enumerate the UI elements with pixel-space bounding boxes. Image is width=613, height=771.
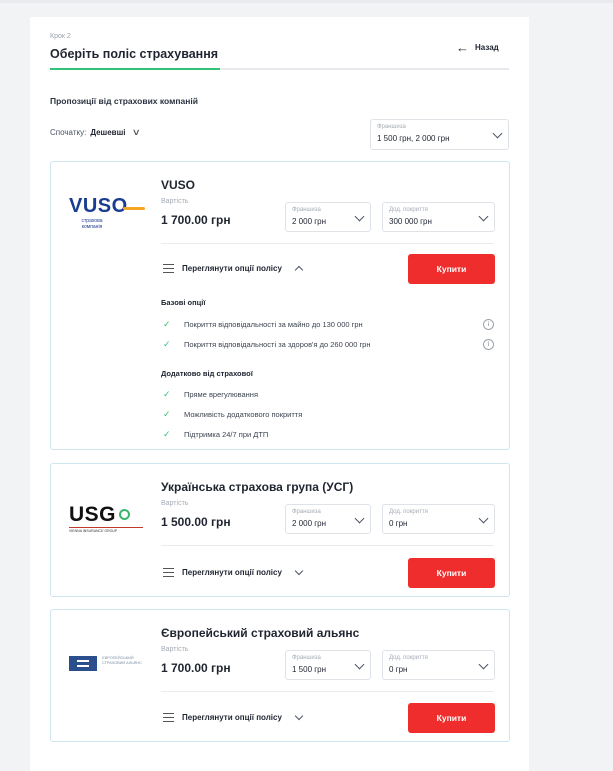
chevron-down-icon xyxy=(354,659,365,670)
check-icon: ✓ xyxy=(163,429,171,439)
coverage-caption: Дод. покриття xyxy=(389,207,428,213)
policy-options-toggle[interactable]: Переглянути опції полісу xyxy=(163,264,304,275)
offers-title: Пропозиції від страхових компаній xyxy=(50,96,198,106)
sort-dropdown[interactable]: Спочатку: Дешевші ∨ xyxy=(50,127,142,138)
policy-options-toggle[interactable]: Переглянути опції полісу xyxy=(163,566,304,577)
logo-swoosh xyxy=(123,207,145,210)
chevron-down-icon: ∨ xyxy=(132,127,142,137)
info-icon[interactable]: i xyxy=(483,319,494,330)
progress-bar xyxy=(50,68,509,70)
coverage-select[interactable]: Дод. покриття 0 грн xyxy=(382,504,495,534)
toggle-label: Переглянути опції полісу xyxy=(182,568,282,577)
company-name: Європейський страховий альянс xyxy=(161,626,360,640)
sort-value: Дешевші xyxy=(90,128,126,137)
policy-options-toggle[interactable]: Переглянути опції полісу xyxy=(163,711,304,722)
toggle-label: Переглянути опції полісу xyxy=(182,713,282,722)
company-name: Українська страхова група (УСГ) xyxy=(161,480,354,494)
option-item: ✓ Покриття відповідальності за майно до … xyxy=(163,319,363,329)
logo-underline xyxy=(69,527,143,528)
coverage-caption: Дод. покриття xyxy=(389,509,428,515)
franchise-caption: Франшиза xyxy=(292,655,321,661)
top-border xyxy=(0,0,613,3)
chevron-down-icon xyxy=(478,513,489,524)
coverage-value: 0 грн xyxy=(389,519,408,528)
page-title: Оберіть поліс страхування xyxy=(50,47,219,61)
price-value: 1 500.00 грн xyxy=(161,515,231,529)
franchise-select[interactable]: Франшиза 1 500 грн xyxy=(285,650,371,680)
option-item: ✓ Можливість додаткового покриття xyxy=(163,409,303,419)
franchise-select[interactable]: Франшиза 2 000 грн xyxy=(285,202,371,232)
chevron-down-icon xyxy=(354,513,365,524)
back-button[interactable]: ← Назад xyxy=(456,39,499,55)
alliance-logo: ЄВРОПЕЙСЬКИЙ СТРАХОВИЙ АЛЬЯНС xyxy=(69,654,149,674)
price-value: 1 700.00 грн xyxy=(161,661,231,675)
offer-card-usg: USG VIENNA INSURANCE GROUP Українська ст… xyxy=(50,463,510,597)
base-options-title: Базові опції xyxy=(161,298,206,307)
divider xyxy=(161,691,494,692)
check-icon: ✓ xyxy=(163,339,171,349)
sort-label: Спочатку: xyxy=(50,128,87,137)
franchise-value: 2 000 грн xyxy=(292,519,327,528)
check-icon: ✓ xyxy=(163,319,171,329)
info-icon[interactable]: i xyxy=(483,339,494,350)
list-icon xyxy=(163,568,174,577)
chevron-down-icon xyxy=(354,211,365,222)
option-item: ✓ Покриття відповідальності за здоров'я … xyxy=(163,339,371,349)
buy-button[interactable]: Купити xyxy=(408,703,495,733)
list-icon xyxy=(163,264,174,273)
extra-options-title: Додатково від страхової xyxy=(161,369,253,378)
coverage-value: 300 000 грн xyxy=(389,217,432,226)
coverage-select[interactable]: Дод. покриття 300 000 грн xyxy=(382,202,495,232)
list-icon xyxy=(163,713,174,722)
franchise-filter-value: 1 500 грн, 2 000 грн xyxy=(377,134,450,143)
franchise-caption: Франшиза xyxy=(292,207,321,213)
usg-logo: USG VIENNA INSURANCE GROUP xyxy=(69,504,149,540)
offer-card-alliance: ЄВРОПЕЙСЬКИЙ СТРАХОВИЙ АЛЬЯНС Європейськ… xyxy=(50,609,510,742)
progress-fill xyxy=(50,68,220,70)
vuso-logo: VUSO страхова компанія xyxy=(69,196,149,236)
step-indicator: Крок 2 xyxy=(50,33,71,40)
franchise-filter-select[interactable]: Франшиза 1 500 грн, 2 000 грн xyxy=(370,119,509,150)
chevron-down-icon xyxy=(492,128,503,139)
chevron-up-icon xyxy=(294,265,304,275)
divider xyxy=(161,243,494,244)
chevron-down-icon xyxy=(478,659,489,670)
check-icon: ✓ xyxy=(163,409,171,419)
price-caption: Вартість xyxy=(161,646,189,653)
policy-selection-panel: Крок 2 Оберіть поліс страхування ← Назад… xyxy=(30,17,529,771)
franchise-caption: Франшиза xyxy=(292,509,321,515)
toggle-label: Переглянути опції полісу xyxy=(182,264,282,273)
price-caption: Вартість xyxy=(161,500,189,507)
buy-button[interactable]: Купити xyxy=(408,254,495,284)
option-item: ✓ Підтримка 24/7 при ДТП xyxy=(163,429,269,439)
option-item: ✓ Пряме врегулювання xyxy=(163,389,259,399)
alliance-emblem-icon xyxy=(69,656,97,671)
offer-card-vuso: VUSO страхова компанія VUSO Вартість 1 7… xyxy=(50,161,510,450)
franchise-value: 1 500 грн xyxy=(292,665,327,674)
arrow-left-icon: ← xyxy=(456,39,469,55)
coverage-select[interactable]: Дод. покриття 0 грн xyxy=(382,650,495,680)
franchise-value: 2 000 грн xyxy=(292,217,327,226)
franchise-filter-caption: Франшиза xyxy=(377,124,406,130)
chevron-down-icon xyxy=(294,566,304,576)
chevron-down-icon xyxy=(294,711,304,721)
coverage-value: 0 грн xyxy=(389,665,408,674)
back-label: Назад xyxy=(475,43,499,52)
price-value: 1 700.00 грн xyxy=(161,213,231,227)
check-icon: ✓ xyxy=(163,389,171,399)
company-name: VUSO xyxy=(161,178,196,192)
buy-button[interactable]: Купити xyxy=(408,558,495,588)
usg-emblem-icon xyxy=(119,509,131,520)
franchise-select[interactable]: Франшиза 2 000 грн xyxy=(285,504,371,534)
chevron-down-icon xyxy=(478,211,489,222)
price-caption: Вартість xyxy=(161,198,189,205)
divider xyxy=(161,545,494,546)
coverage-caption: Дод. покриття xyxy=(389,655,428,661)
